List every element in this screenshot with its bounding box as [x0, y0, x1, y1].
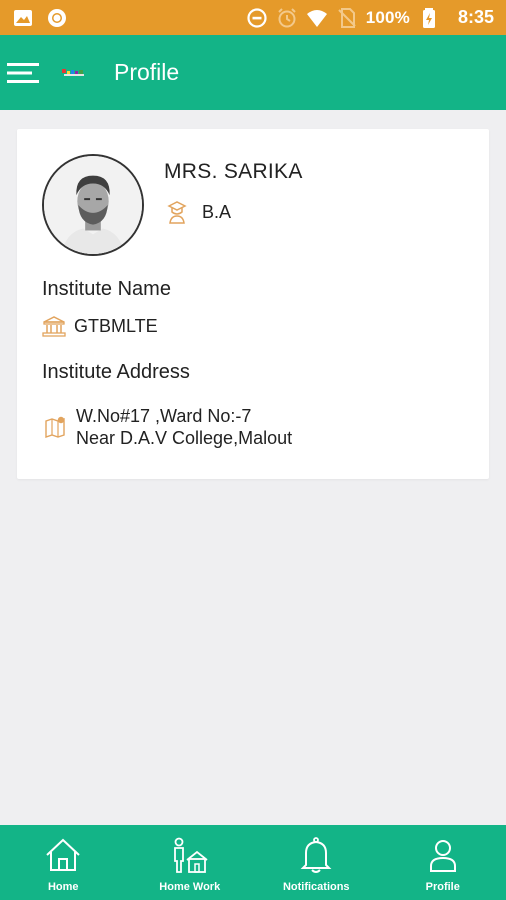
profile-card: MRS. SARIKA B.A Institute Name GTBMLTE I…: [17, 129, 489, 479]
qualification-text: B.A: [202, 201, 232, 222]
home-icon: [43, 835, 83, 875]
image-icon: [12, 7, 34, 29]
user-icon: [423, 835, 463, 875]
institute-icon: [42, 315, 66, 337]
nav-home[interactable]: Home: [0, 825, 127, 900]
address-line-2: Near D.A.V College,Malout: [76, 428, 293, 448]
no-sim-icon: [336, 7, 358, 29]
status-right: 100% 8:35: [246, 7, 494, 29]
map-icon: [44, 415, 66, 439]
institute-address-row: W.No#17 ,Ward No:-7 Near D.A.V College,M…: [44, 405, 292, 449]
institute-address-text: W.No#17 ,Ward No:-7 Near D.A.V College,M…: [76, 405, 292, 449]
institute-name-row: GTBMLTE: [42, 315, 158, 337]
status-time: 8:35: [457, 7, 494, 27]
avatar: [42, 154, 144, 256]
address-line-1: W.No#17 ,Ward No:-7: [76, 406, 252, 426]
homework-icon: [170, 835, 210, 875]
nav-profile[interactable]: Profile: [380, 825, 506, 900]
record-icon: [46, 7, 68, 29]
battery-charging-icon: [418, 7, 440, 29]
app-bar: Profile: [0, 35, 506, 110]
nav-notifications-label: Notifications: [282, 881, 350, 893]
institute-name-label: Institute Name: [42, 278, 171, 300]
do-not-disturb-icon: [246, 7, 268, 29]
status-left: [12, 7, 68, 29]
wifi-icon: [306, 7, 328, 29]
nav-home-label: Home: [47, 881, 79, 893]
institute-name-text: GTBMLTE: [74, 315, 158, 336]
qualification-row: B.A: [166, 200, 231, 224]
nav-profile-label: Profile: [425, 881, 460, 893]
institute-address-label: Institute Address: [42, 361, 190, 383]
nav-homework-label: Home Work: [159, 881, 221, 893]
hamburger-menu-icon[interactable]: [6, 56, 40, 90]
bell-icon: [296, 835, 336, 875]
nav-notifications[interactable]: Notifications: [253, 825, 380, 900]
bottom-nav: Home Home Work Notifications Profile: [0, 825, 506, 900]
graduate-icon: [166, 200, 188, 224]
teacher-name: MRS. SARIKA: [164, 160, 303, 183]
status-bar: 100% 8:35: [0, 0, 506, 35]
page-title: Profile: [114, 59, 180, 85]
alarm-icon: [276, 7, 298, 29]
app-logo: [60, 63, 90, 83]
nav-homework[interactable]: Home Work: [127, 825, 254, 900]
battery-percent: 100%: [365, 7, 410, 27]
